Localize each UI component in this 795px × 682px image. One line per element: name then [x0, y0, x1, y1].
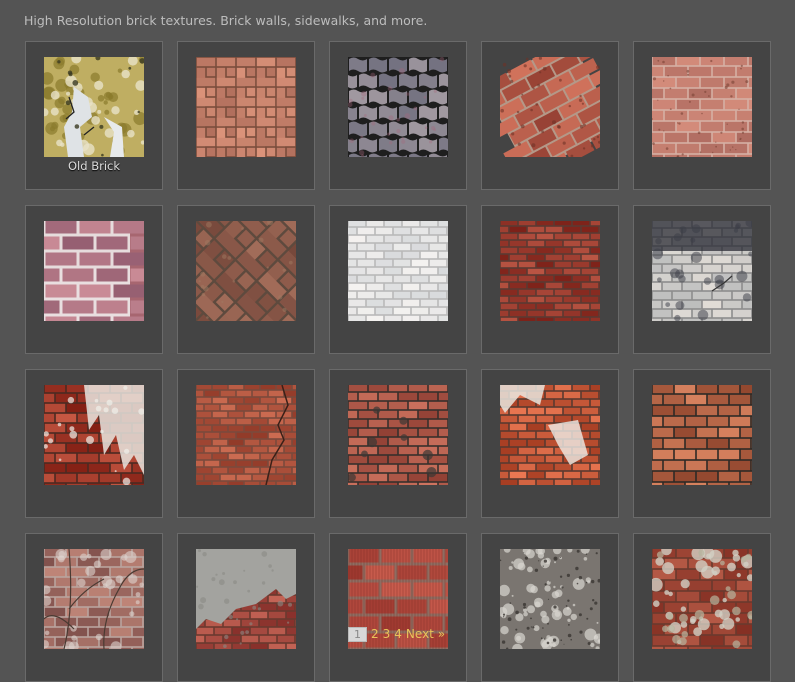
next-page-link[interactable]: Next »	[406, 627, 445, 641]
texture-tile[interactable]	[633, 369, 771, 518]
page-link-3[interactable]: 3	[383, 627, 391, 641]
texture-tile[interactable]	[177, 205, 315, 354]
texture-tile[interactable]	[329, 533, 467, 682]
texture-thumbnail[interactable]	[500, 385, 600, 485]
texture-tile[interactable]	[481, 533, 619, 682]
texture-tile[interactable]	[329, 41, 467, 190]
texture-thumbnail[interactable]	[348, 385, 448, 485]
texture-tile[interactable]	[481, 41, 619, 190]
page-link-4[interactable]: 4	[394, 627, 402, 641]
texture-thumbnail[interactable]	[348, 221, 448, 321]
texture-tile[interactable]	[329, 205, 467, 354]
texture-thumbnail[interactable]	[500, 221, 600, 321]
texture-tile[interactable]	[25, 369, 163, 518]
texture-thumbnail[interactable]	[196, 385, 296, 485]
texture-thumbnail[interactable]	[500, 549, 600, 649]
texture-tile[interactable]	[25, 205, 163, 354]
texture-tile[interactable]	[633, 205, 771, 354]
texture-tile[interactable]	[177, 369, 315, 518]
texture-tile[interactable]	[329, 369, 467, 518]
texture-thumbnail[interactable]	[652, 549, 752, 649]
texture-thumbnail[interactable]	[652, 221, 752, 321]
texture-thumbnail[interactable]	[196, 221, 296, 321]
texture-thumbnail[interactable]	[44, 57, 144, 157]
texture-thumbnail[interactable]	[652, 57, 752, 157]
texture-thumbnail[interactable]	[348, 57, 448, 157]
texture-tile[interactable]	[25, 533, 163, 682]
texture-thumbnail[interactable]	[500, 57, 600, 157]
pagination: 1 2 3 4 Next »	[348, 626, 445, 642]
texture-grid: Old Brick	[25, 41, 771, 682]
texture-thumbnail[interactable]	[44, 221, 144, 321]
texture-tile[interactable]: Old Brick	[25, 41, 163, 190]
texture-tile[interactable]	[481, 369, 619, 518]
texture-tile[interactable]	[633, 533, 771, 682]
texture-caption: Old Brick	[26, 159, 162, 173]
texture-tile[interactable]	[481, 205, 619, 354]
page-intro: High Resolution brick textures. Brick wa…	[24, 13, 427, 28]
texture-thumbnail[interactable]	[44, 385, 144, 485]
texture-thumbnail[interactable]	[196, 549, 296, 649]
page-current: 1	[348, 627, 367, 642]
texture-tile[interactable]	[177, 41, 315, 190]
texture-thumbnail[interactable]	[652, 385, 752, 485]
texture-thumbnail[interactable]	[44, 549, 144, 649]
texture-tile[interactable]	[177, 533, 315, 682]
texture-thumbnail[interactable]	[196, 57, 296, 157]
page-link-2[interactable]: 2	[371, 627, 379, 641]
texture-tile[interactable]	[633, 41, 771, 190]
